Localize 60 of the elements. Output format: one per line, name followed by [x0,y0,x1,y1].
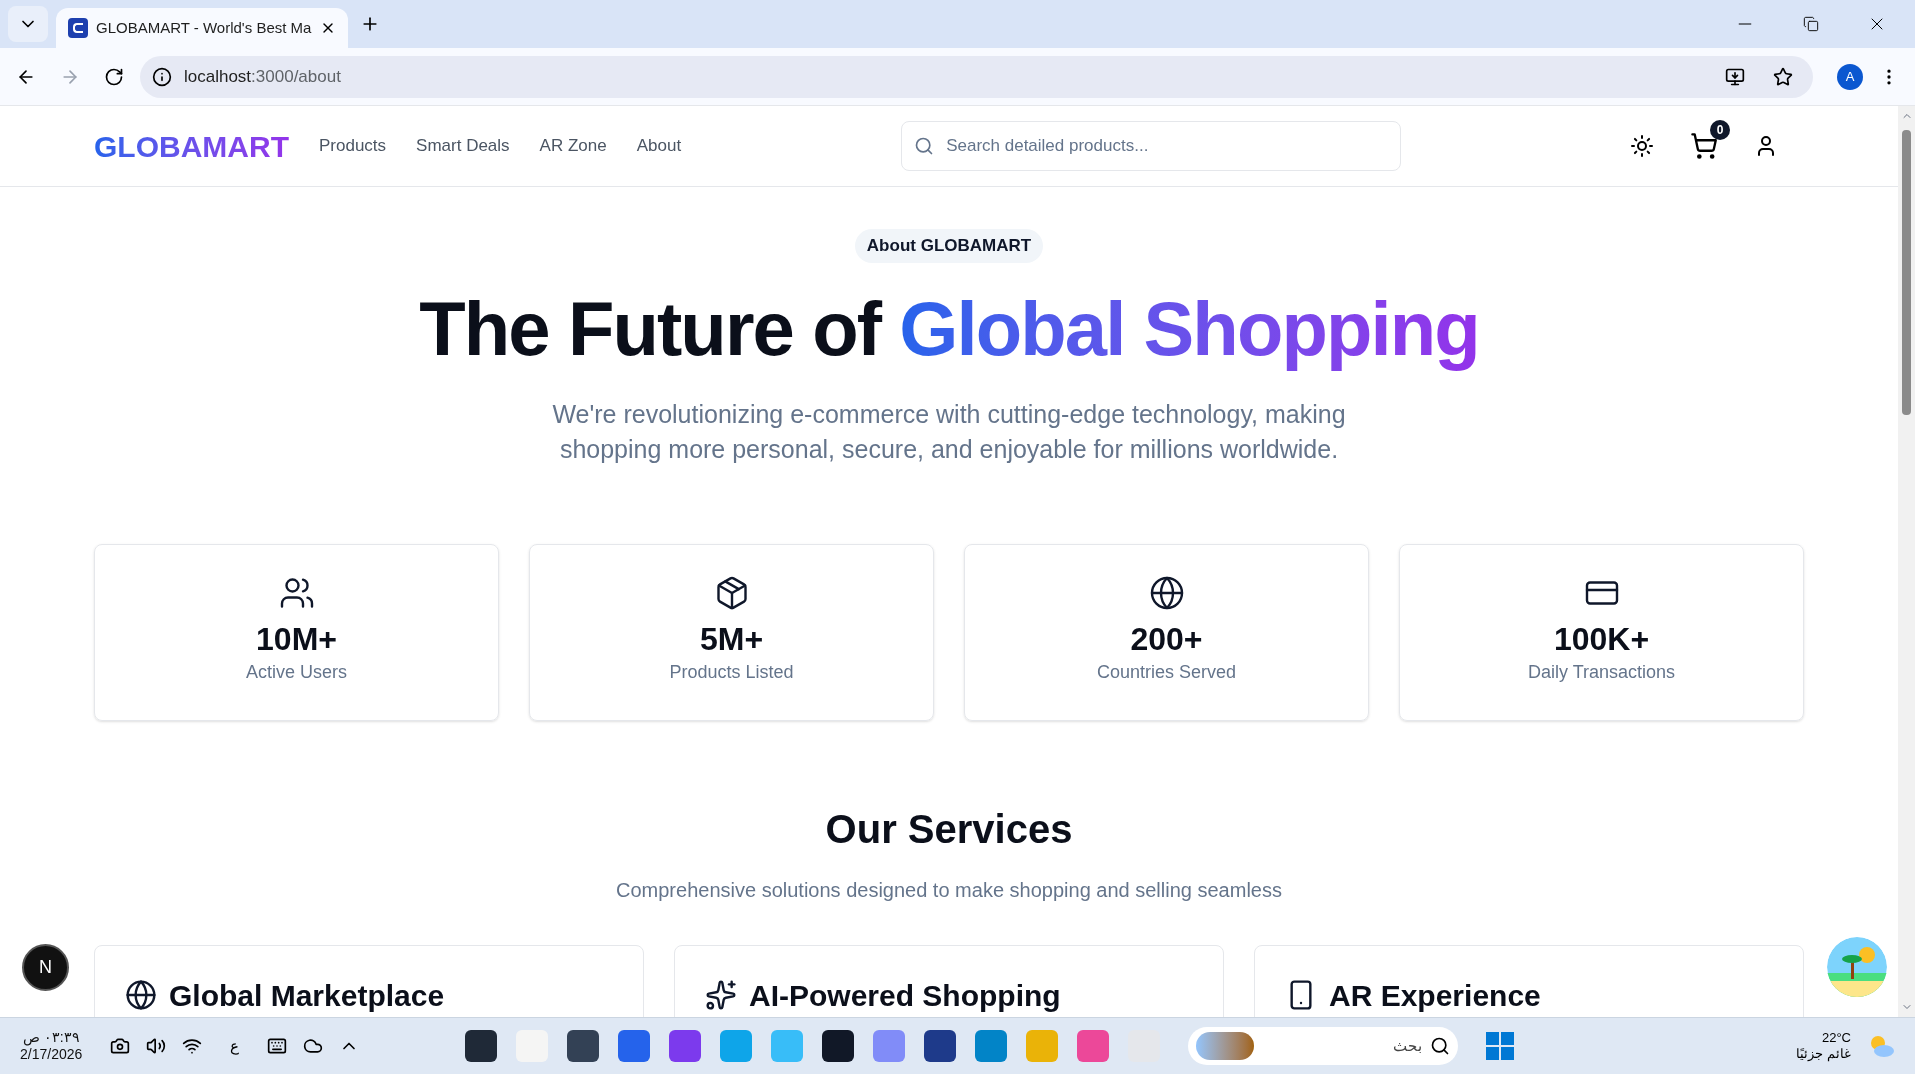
restore-icon[interactable] [1803,16,1819,32]
section-subtitle: Comprehensive solutions designed to make shopping and selling seamless [616,877,1282,903]
search-input[interactable]: Search detailed products... [946,133,1389,159]
theme-toggle-icon[interactable] [1630,134,1654,158]
globe-icon [1148,574,1185,611]
site-favicon-icon [68,18,88,38]
browser-tab[interactable]: GLOBAMART - World's Best Ma [56,8,348,48]
volume-icon[interactable] [146,1036,167,1056]
stat-value: 200+ [1130,619,1203,659]
temperature[interactable]: 22°C [1821,1029,1851,1046]
search-placeholder: بحث [1393,1035,1423,1056]
wifi-icon[interactable] [182,1036,203,1056]
keyboard-icon[interactable] [267,1036,288,1056]
app-icon[interactable] [567,1030,600,1062]
stat-label: Daily Transactions [1527,660,1676,684]
search-icon [914,136,935,156]
stat-label: Countries Served [1096,660,1237,684]
address-bar[interactable]: localhost:3000/about [140,55,1813,98]
sparkles-icon [705,979,737,1011]
globe-icon [125,979,157,1011]
app-icon[interactable] [465,1030,498,1062]
nav-link[interactable]: About [636,133,682,159]
reload-icon[interactable] [104,66,124,87]
app-icon[interactable] [924,1030,957,1062]
install-app-icon[interactable] [1725,66,1745,87]
clock-time[interactable]: ٠٣:٣٩ ص [22,1028,80,1046]
url-text: localhost:3000/about [184,65,341,88]
clock-date[interactable]: 2/17/2026 [20,1046,83,1064]
search-icon [1430,1036,1451,1056]
cart-icon[interactable] [1690,132,1718,160]
start-icon[interactable] [1486,1032,1515,1060]
profile-avatar[interactable]: A [1837,63,1863,90]
taskbar-search[interactable]: بحث [1188,1027,1459,1065]
cloud-icon[interactable] [303,1036,324,1056]
service-title: Global Marketplace [169,977,445,1014]
stat-label: Products Listed [669,660,794,684]
section-badge: About GLOBAMART [854,229,1044,263]
camera-icon[interactable] [110,1036,131,1056]
cart-count-badge: 0 [1710,120,1730,140]
search-field[interactable]: Search detailed products... [901,121,1402,171]
nav-link[interactable]: Smart Deals [416,133,510,159]
section-title: Our Services [825,805,1073,853]
floating-avatar[interactable]: N [22,944,69,991]
tab-title: GLOBAMART - World's Best Ma [96,17,312,38]
hero-subtitle: We're revolutionizing e-commerce with cutting-edge technology, making shopping more personal, secure, and enjoyable for millions worldwide. [551,398,1347,465]
nav-link[interactable]: AR Zone [539,133,607,159]
keyboard-language[interactable]: ع [230,1034,240,1058]
stat-label: Active Users [246,660,347,684]
service-title: AR Experience [1329,977,1541,1014]
nav-link[interactable]: Products [319,133,387,159]
site-info-icon[interactable] [152,66,172,87]
app-icon[interactable] [822,1030,855,1062]
bookmark-icon[interactable] [1773,66,1793,87]
search-highlight-icon [1196,1032,1255,1060]
stat-value: 10M+ [256,619,337,659]
stat-value: 5M+ [699,619,764,659]
weather-text[interactable]: غائم جزئيًا [1796,1046,1851,1063]
service-title: AI-Powered Shopping [749,977,1061,1014]
scrollbar-thumb[interactable] [1902,130,1911,415]
stat-value: 100K+ [1553,619,1650,659]
